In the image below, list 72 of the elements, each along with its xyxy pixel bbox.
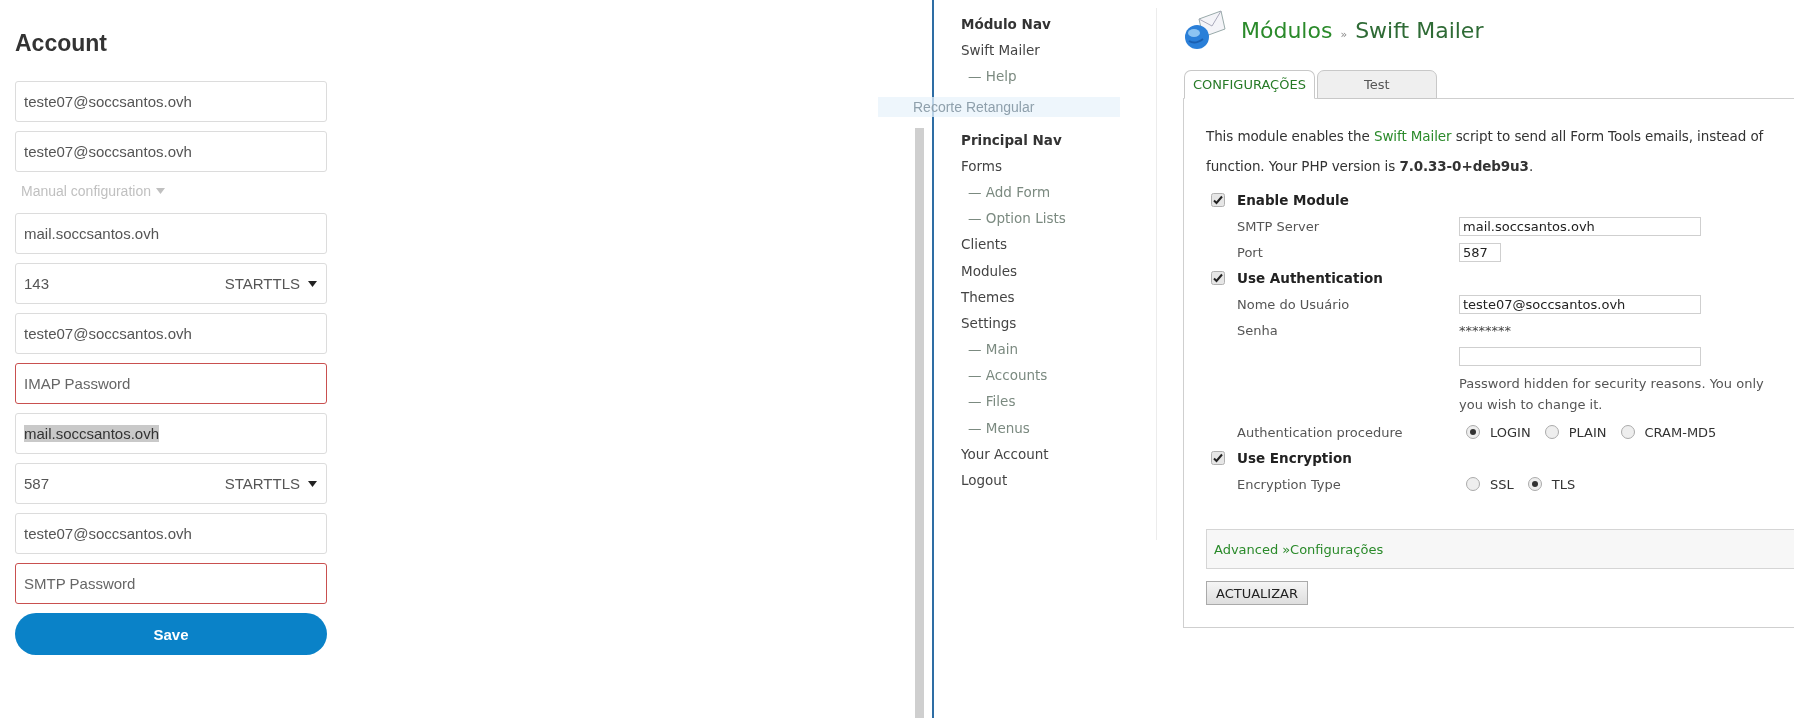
nav-heading: Principal Nav	[961, 130, 1063, 150]
account-title: Account	[15, 29, 108, 58]
input-field[interactable]: 587	[1459, 242, 1501, 262]
nav-heading: Módulo Nav	[961, 15, 1052, 34]
advanced-link[interactable]: Advanced »Configurações	[1214, 541, 1384, 557]
radio-label: LOGIN	[1490, 424, 1531, 440]
nav-link[interactable]: Modules	[961, 257, 1018, 284]
port-field[interactable]: 143 STARTTLS	[15, 263, 327, 304]
option-label: Enable Module	[1237, 192, 1349, 208]
nav-sublink[interactable]: — Help	[961, 63, 1017, 90]
radio-button[interactable]	[1544, 425, 1559, 439]
radio-label: CRAM-MD5	[1644, 424, 1717, 440]
password-mask: ********	[1459, 322, 1511, 338]
caret-icon	[308, 480, 317, 487]
nav-sublink[interactable]: — Menus	[961, 414, 1030, 441]
checkbox[interactable]	[1211, 193, 1225, 207]
nav-link[interactable]: Forms	[961, 152, 1003, 179]
swift-mailer-link[interactable]: Swift Mailer	[1373, 128, 1452, 144]
nav-link[interactable]: Clients	[961, 231, 1008, 258]
input-field[interactable]: mail.soccsantos.ovh	[1459, 216, 1701, 236]
nav-sublink[interactable]: — Option Lists	[961, 205, 1066, 232]
text-field[interactable]: teste07@soccsantos.ovh	[15, 313, 327, 354]
checkbox[interactable]	[1211, 451, 1225, 465]
nav-link[interactable]: Your Account	[961, 440, 1049, 467]
option-label: Use Encryption	[1237, 450, 1352, 466]
field-label: Senha	[1237, 322, 1278, 338]
caret-icon	[156, 188, 165, 194]
caret-icon	[308, 280, 317, 287]
nav-link[interactable]: Swift Mailer	[961, 37, 1040, 64]
field-label: Encryption Type	[1237, 476, 1341, 492]
breadcrumb-separator: »	[1340, 27, 1348, 41]
text-field[interactable]: mail.soccsantos.ovh	[15, 413, 327, 454]
text-field[interactable]: teste07@soccsantos.ovh	[15, 81, 327, 122]
password-hint: Password hidden for security reasons. You only you wish to change it.	[1459, 375, 1764, 414]
save-button[interactable]: Save	[15, 613, 327, 655]
tab[interactable]: CONFIGURAÇÕES	[1184, 70, 1315, 99]
page-title: Swift Mailer	[1355, 17, 1484, 43]
radio-button[interactable]	[1620, 425, 1635, 439]
radio-button[interactable]	[1466, 425, 1480, 439]
field-label: Port	[1237, 244, 1263, 260]
input-field[interactable]: teste07@soccsantos.ovh	[1459, 294, 1701, 314]
field-label: Nome do Usuário	[1237, 296, 1350, 312]
radio-label: SSL	[1490, 476, 1514, 492]
text-field[interactable]: teste07@soccsantos.ovh	[15, 131, 327, 172]
radio-button[interactable]	[1527, 477, 1542, 491]
nav-link[interactable]: Themes	[961, 283, 1015, 310]
tooltip: Recorte Retangular	[878, 97, 1120, 117]
password-field[interactable]: IMAP Password	[15, 363, 327, 404]
password-field[interactable]: SMTP Password	[15, 563, 327, 604]
breadcrumb-link[interactable]: Módulos	[1241, 17, 1333, 43]
nav-sublink[interactable]: — Files	[961, 388, 1016, 415]
globe-envelope-icon	[1183, 9, 1227, 51]
password-input[interactable]	[1459, 346, 1701, 366]
tab[interactable]: Test	[1316, 70, 1437, 99]
nav-sublink[interactable]: — Add Form	[961, 178, 1051, 206]
text-field[interactable]: mail.soccsantos.ovh	[15, 213, 327, 254]
radio-label: TLS	[1551, 476, 1576, 492]
radio-button[interactable]	[1466, 477, 1480, 491]
nav-sublink[interactable]: — Main	[961, 336, 1019, 363]
radio-label: PLAIN	[1568, 424, 1607, 440]
nav-link[interactable]: Settings	[961, 309, 1017, 337]
field-label: Authentication procedure	[1237, 424, 1403, 440]
option-label: Use Authentication	[1237, 270, 1383, 286]
module-description: This module enables the Swift Mailer script to send all Form Tools emails, instead of function. Your PHP version is 7.0.33-0+deb9u3.	[1206, 127, 1765, 176]
port-field[interactable]: 587 STARTTLS	[15, 463, 327, 504]
text-field[interactable]: teste07@soccsantos.ovh	[15, 513, 327, 554]
checkbox[interactable]	[1211, 271, 1225, 285]
update-button[interactable]: ACTUALIZAR	[1206, 581, 1308, 605]
nav-link[interactable]: Logout	[961, 467, 1008, 494]
field-label: SMTP Server	[1237, 218, 1319, 234]
nav-sublink[interactable]: — Accounts	[961, 362, 1048, 389]
scrollbar[interactable]	[915, 128, 924, 718]
